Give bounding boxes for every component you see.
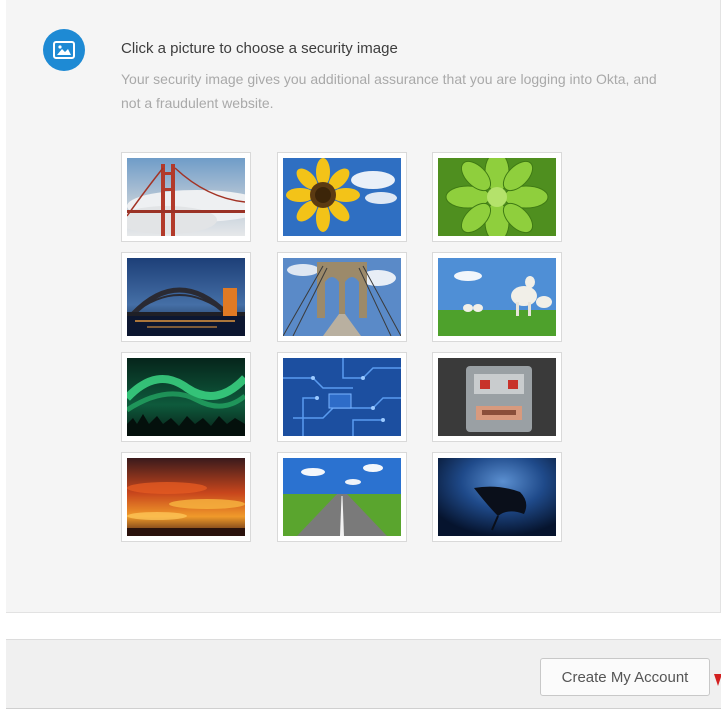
harbour-bridge-image [127,258,245,336]
aurora-image [127,358,245,436]
security-image-option[interactable] [432,452,562,542]
circuit-board-image [283,358,401,436]
green-succulent-image [438,158,556,236]
security-image-option[interactable] [121,252,251,342]
sunset-clouds-image [127,458,245,536]
manta-ray-image [438,458,556,536]
image-icon [43,29,85,71]
security-image-option[interactable] [277,352,407,442]
security-image-option[interactable] [277,152,407,242]
create-account-button[interactable]: Create My Account [540,658,710,696]
lambs-image [438,258,556,336]
security-image-option[interactable] [121,152,251,242]
page-subtitle: Your security image gives you additional… [121,71,657,111]
sunflower-image [283,158,401,236]
brooklyn-bridge-image [283,258,401,336]
security-image-option[interactable] [277,452,407,542]
cursor-pointer-icon [714,674,721,686]
security-image-option[interactable] [121,352,251,442]
golden-gate-bridge-image [127,158,245,236]
security-image-option[interactable] [432,252,562,342]
security-image-option[interactable] [121,452,251,542]
open-road-image [283,458,401,536]
security-image-option[interactable] [277,252,407,342]
page-title: Click a picture to choose a security ima… [121,40,398,57]
security-image-option[interactable] [432,152,562,242]
robot-toy-image [438,358,556,436]
security-image-option[interactable] [432,352,562,442]
divider-band [6,612,721,639]
